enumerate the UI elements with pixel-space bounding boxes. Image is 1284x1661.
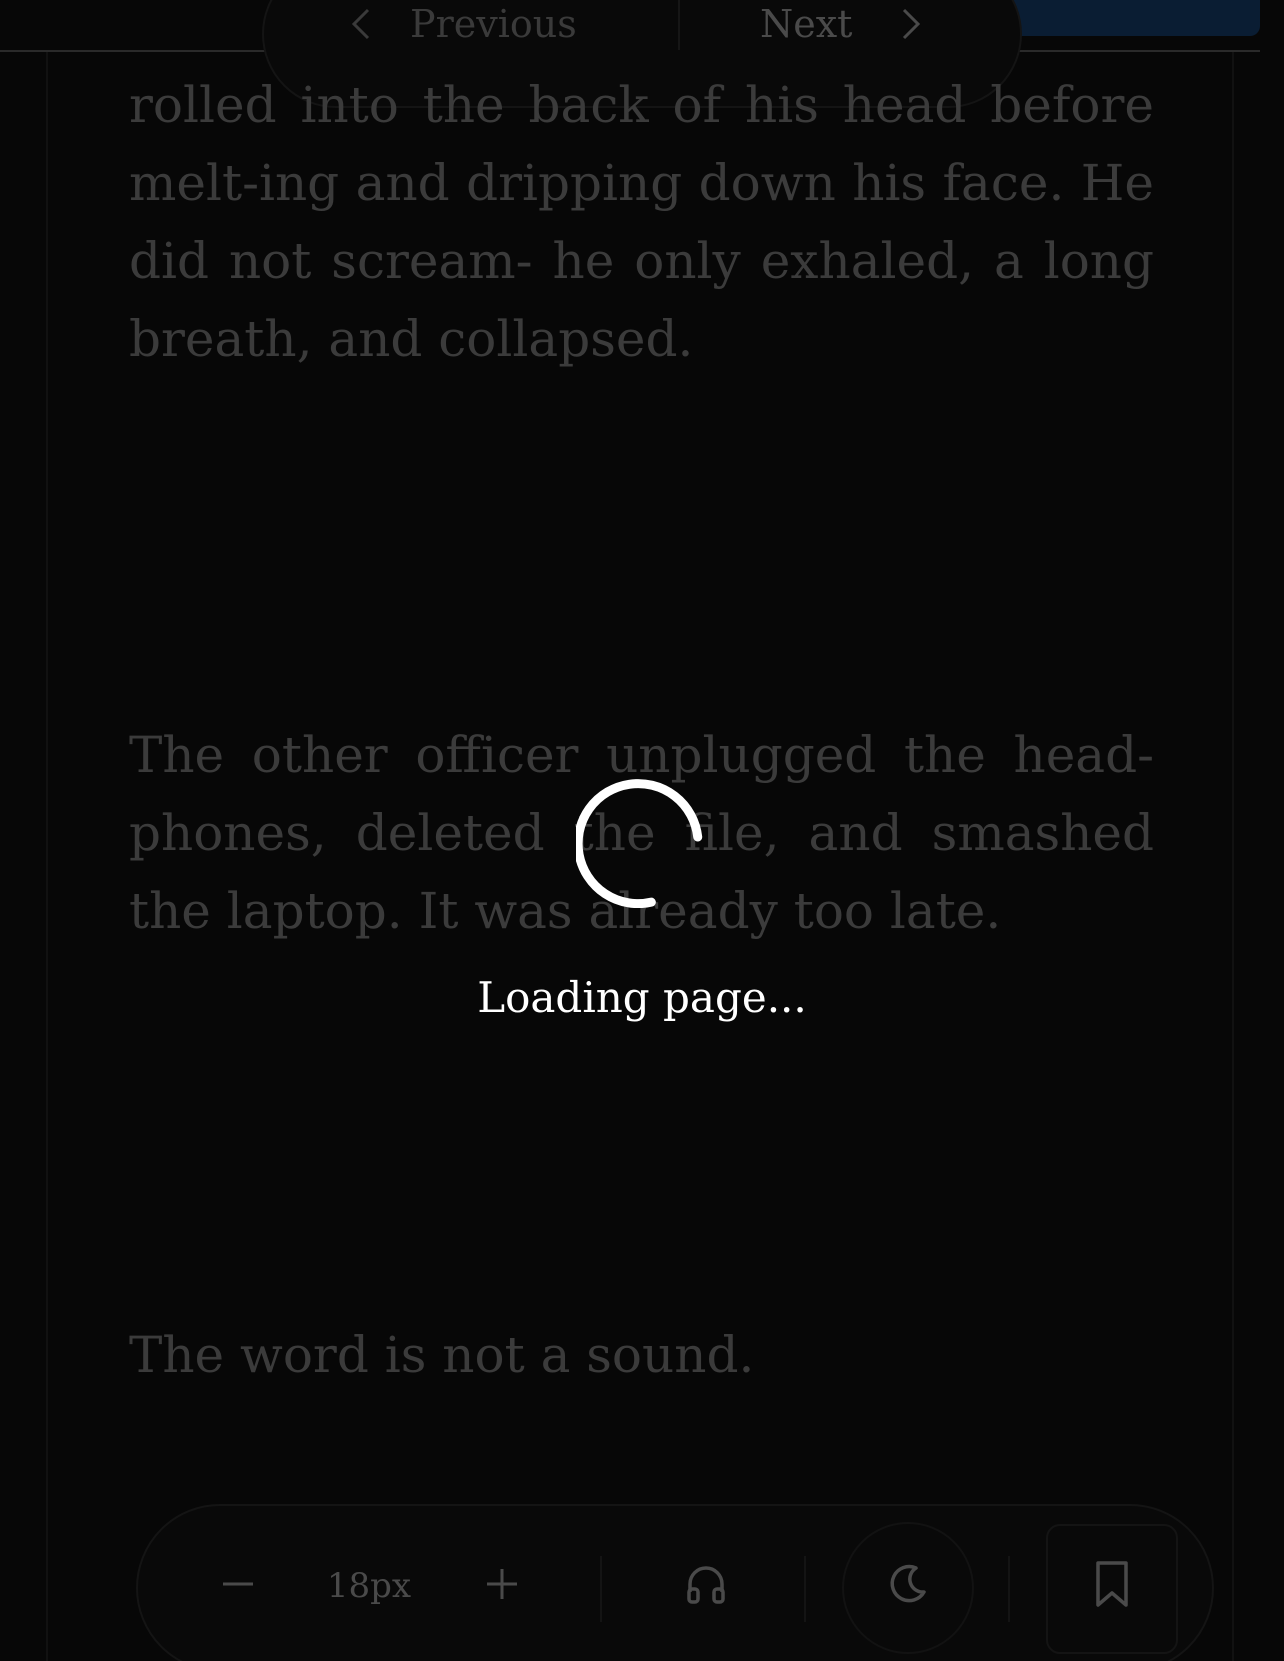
decrease-font-button[interactable] <box>216 1560 260 1612</box>
reader-content: rolled into the back of his head before … <box>129 66 1154 1394</box>
paragraph: rolled into the back of his head before … <box>129 76 1154 368</box>
nav-divider <box>678 0 680 50</box>
theme-toggle-button[interactable] <box>882 1560 934 1612</box>
loading-message: Loading page... <box>477 973 807 1022</box>
bookmark-icon <box>1090 1559 1134 1613</box>
chevron-left-icon <box>350 7 372 41</box>
toolbar-divider <box>804 1556 806 1622</box>
next-button[interactable]: Next <box>760 0 922 48</box>
headphones-icon <box>684 1562 728 1610</box>
loading-spinner-icon <box>573 778 706 909</box>
paragraph: The word is not a sound. <box>129 1326 755 1384</box>
increase-font-button[interactable] <box>480 1560 524 1612</box>
chevron-right-icon <box>900 7 922 41</box>
minus-icon <box>220 1566 256 1606</box>
top-accent-button[interactable] <box>1010 0 1260 36</box>
next-label: Next <box>760 2 853 46</box>
plus-icon <box>484 1566 520 1606</box>
moon-icon <box>886 1562 930 1610</box>
toolbar-divider <box>1008 1556 1010 1622</box>
font-size-value: 18px <box>326 1566 412 1606</box>
listen-button[interactable] <box>680 1560 732 1612</box>
previous-label: Previous <box>410 2 577 46</box>
bookmark-button[interactable] <box>1086 1560 1138 1612</box>
toolbar-divider <box>600 1556 602 1622</box>
previous-button[interactable]: Previous <box>350 0 577 48</box>
